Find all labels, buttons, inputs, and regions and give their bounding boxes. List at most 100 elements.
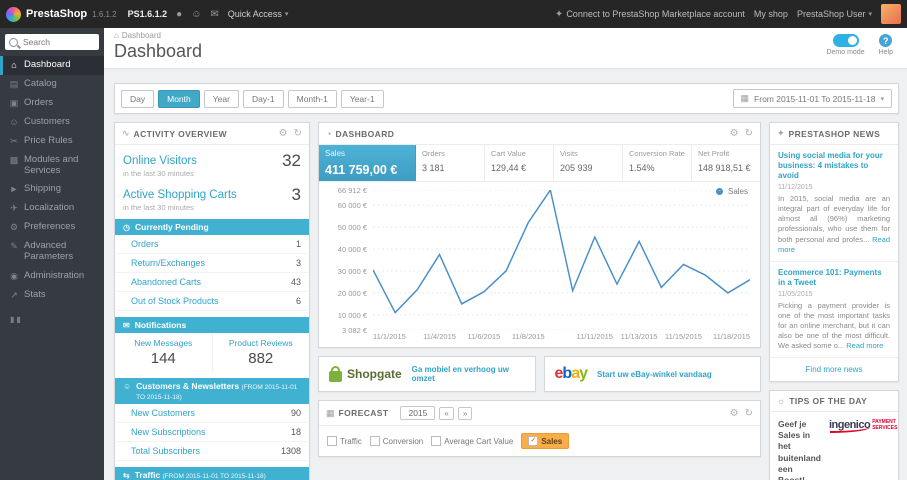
help-icon[interactable]: ? <box>879 34 893 47</box>
cart-icon[interactable]: ● <box>176 9 182 20</box>
dashboard-panel: ◔ DASHBOARD ⚙ ↻ Sales 411 759,00 € Orders 3… <box>318 122 761 348</box>
kpi-visits[interactable]: Visits 205 939 <box>554 145 623 181</box>
modules-and-services-icon: ▩ <box>9 154 19 165</box>
news-headline[interactable]: Using social media for your business: 4 … <box>778 151 890 181</box>
read-more-link[interactable]: Read more <box>778 235 890 254</box>
catalog-icon: ▤ <box>9 78 19 89</box>
kpi-conversion-rate[interactable]: Conversion Rate 1.54% <box>623 145 692 181</box>
tips-icon: ☼ <box>777 396 786 407</box>
user-menu[interactable]: PrestaShop User ▾ <box>797 9 872 19</box>
sidebar-item-label: Shipping <box>24 183 61 195</box>
gear-icon[interactable]: ⚙ <box>730 408 739 419</box>
topbar: PrestaShop 1.6.1.2 PS1.6.1.2 ● ☺ ✉ Quick… <box>0 0 907 28</box>
shipping-icon: ► <box>9 184 19 195</box>
kpi-sales[interactable]: Sales 411 759,00 € <box>319 145 416 181</box>
activity-row-new-subscriptions[interactable]: New Subscriptions 18 <box>115 423 309 442</box>
kpi-orders[interactable]: Orders 3 181 <box>416 145 485 181</box>
read-more-link[interactable]: Read more <box>846 341 883 350</box>
main-content: ⌂ Dashboard Dashboard Demo mode ? Help D… <box>104 28 907 480</box>
prestashop-logo[interactable]: PrestaShop 1.6.1.2 <box>6 6 117 22</box>
sales-line-chart <box>373 190 750 330</box>
forecast-year-select[interactable]: 2015 <box>400 406 436 420</box>
breadcrumb[interactable]: ⌂ Dashboard <box>114 31 202 40</box>
refresh-icon[interactable]: ↻ <box>745 408 753 419</box>
find-more-news-link[interactable]: Find more news <box>770 358 898 381</box>
notification-label: New Messages <box>134 338 193 348</box>
sidebar-item-modules-and-services[interactable]: ▩ Modules and Services <box>0 151 104 181</box>
avatar[interactable] <box>881 4 901 24</box>
activity-row-return-exchanges[interactable]: Return/Exchanges 3 <box>115 254 309 273</box>
sidebar-item-shipping[interactable]: ► Shipping <box>0 180 104 199</box>
chart-plot-area[interactable] <box>373 190 750 330</box>
news-body: Picking a payment provider is one of the… <box>778 300 890 351</box>
y-axis-label: 40 000 € <box>337 245 367 255</box>
sidebar-item-localization[interactable]: ✈ Localization <box>0 199 104 218</box>
sidebar-item-price-rules[interactable]: ✂ Price Rules <box>0 132 104 151</box>
forecast-next-button[interactable]: » <box>457 406 473 420</box>
y-axis-label: 3 082 € <box>341 326 367 335</box>
sidebar-item-customers[interactable]: ☺ Customers <box>0 113 104 132</box>
preferences-icon: ⚙ <box>9 222 19 233</box>
ingenico-brand: ingenico <box>828 419 871 434</box>
sidebar-item-administration[interactable]: ◉ Administration <box>0 267 104 286</box>
customers-icon[interactable]: ☺ <box>191 9 201 20</box>
sidebar-item-catalog[interactable]: ▤ Catalog <box>0 75 104 94</box>
sidebar-item-advanced-parameters[interactable]: ✎ Advanced Parameters <box>0 237 104 267</box>
marketplace-link[interactable]: ✦ Connect to PrestaShop Marketplace acco… <box>555 9 745 20</box>
filter-button-month[interactable]: Month <box>158 89 200 108</box>
forecast-legend-label: Average Cart Value <box>444 436 514 446</box>
online-visitors-link[interactable]: Online Visitors <box>123 155 197 167</box>
panel-title: DASHBOARD <box>335 128 395 139</box>
shopgate-link[interactable]: Ga mobiel en verhoog uw omzet <box>412 365 525 383</box>
forecast-legend-sales[interactable]: ✓ Sales <box>521 433 570 449</box>
forecast-legend-traffic[interactable]: Traffic <box>327 436 362 446</box>
sidebar-collapse-button[interactable]: ▮▮ <box>0 305 104 324</box>
news-headline[interactable]: Ecommerce 101: Payments in a Tweet <box>778 268 890 288</box>
orders-icon: ▣ <box>9 97 19 108</box>
notification-product-reviews[interactable]: Product Reviews 882 <box>211 333 310 372</box>
activity-row-label: New Subscriptions <box>131 427 206 437</box>
activity-row-abandoned-carts[interactable]: Abandoned Carts 43 <box>115 273 309 292</box>
demo-mode-toggle[interactable] <box>832 34 859 47</box>
forecast-legend-average-cart-value[interactable]: Average Cart Value <box>431 436 513 446</box>
x-axis-label: 11/13/2015 <box>620 332 658 341</box>
forecast-prev-button[interactable]: « <box>439 406 454 420</box>
filter-button-day[interactable]: Day <box>121 89 155 108</box>
activity-row-label: Abandoned Carts <box>131 277 202 287</box>
activity-row-total-subscribers[interactable]: Total Subscribers 1308 <box>115 442 309 461</box>
news-date: 11/05/2015 <box>778 290 813 298</box>
filter-button-year-1[interactable]: Year-1 <box>340 89 384 108</box>
messages-icon[interactable]: ✉ <box>210 9 218 20</box>
date-range-picker[interactable]: ▦ From 2015-11-01 To 2015-11-18 ▾ <box>732 89 892 108</box>
gear-icon[interactable]: ⚙ <box>279 128 288 139</box>
filter-button-day-1[interactable]: Day-1 <box>242 89 284 108</box>
search-input[interactable] <box>21 36 95 48</box>
refresh-icon[interactable]: ↻ <box>745 128 753 139</box>
my-shop-link[interactable]: My shop <box>754 9 788 19</box>
ebay-link[interactable]: Start uw eBay-winkel vandaag <box>597 370 712 379</box>
kpi-value: 411 759,00 € <box>325 163 398 177</box>
forecast-legend-conversion[interactable]: Conversion <box>369 436 423 446</box>
filter-button-year[interactable]: Year <box>203 89 239 108</box>
sidebar-item-stats[interactable]: ↗ Stats <box>0 286 104 305</box>
active-carts-link[interactable]: Active Shopping Carts <box>123 189 237 201</box>
x-axis-label: 11/8/2015 <box>511 332 545 341</box>
kpi-cart-value[interactable]: Cart Value 129,44 € <box>485 145 554 181</box>
quick-access-menu[interactable]: Quick Access ▾ <box>228 9 289 19</box>
gear-icon[interactable]: ⚙ <box>730 128 739 139</box>
activity-row-value: 90 <box>290 408 301 418</box>
activity-row-new-customers[interactable]: New Customers 90 <box>115 404 309 423</box>
breadcrumb-label: Dashboard <box>121 31 161 40</box>
shopgate-brand: Shopgate <box>347 367 402 381</box>
activity-row-out-of-stock-products[interactable]: Out of Stock Products 6 <box>115 292 309 311</box>
kpi-net-profit[interactable]: Net Profit 148 918,51 € <box>692 145 760 181</box>
sidebar-item-dashboard[interactable]: ⌂ Dashboard <box>0 56 104 75</box>
refresh-icon[interactable]: ↻ <box>294 128 302 139</box>
activity-row-orders[interactable]: Orders 1 <box>115 235 309 254</box>
filter-button-month-1[interactable]: Month-1 <box>287 89 337 108</box>
sidebar-item-orders[interactable]: ▣ Orders <box>0 94 104 113</box>
sidebar-item-preferences[interactable]: ⚙ Preferences <box>0 218 104 237</box>
activity-row-label: Out of Stock Products <box>131 296 219 306</box>
news-date: 11/12/2015 <box>778 184 813 191</box>
notification-new-messages[interactable]: New Messages 144 <box>115 333 212 372</box>
